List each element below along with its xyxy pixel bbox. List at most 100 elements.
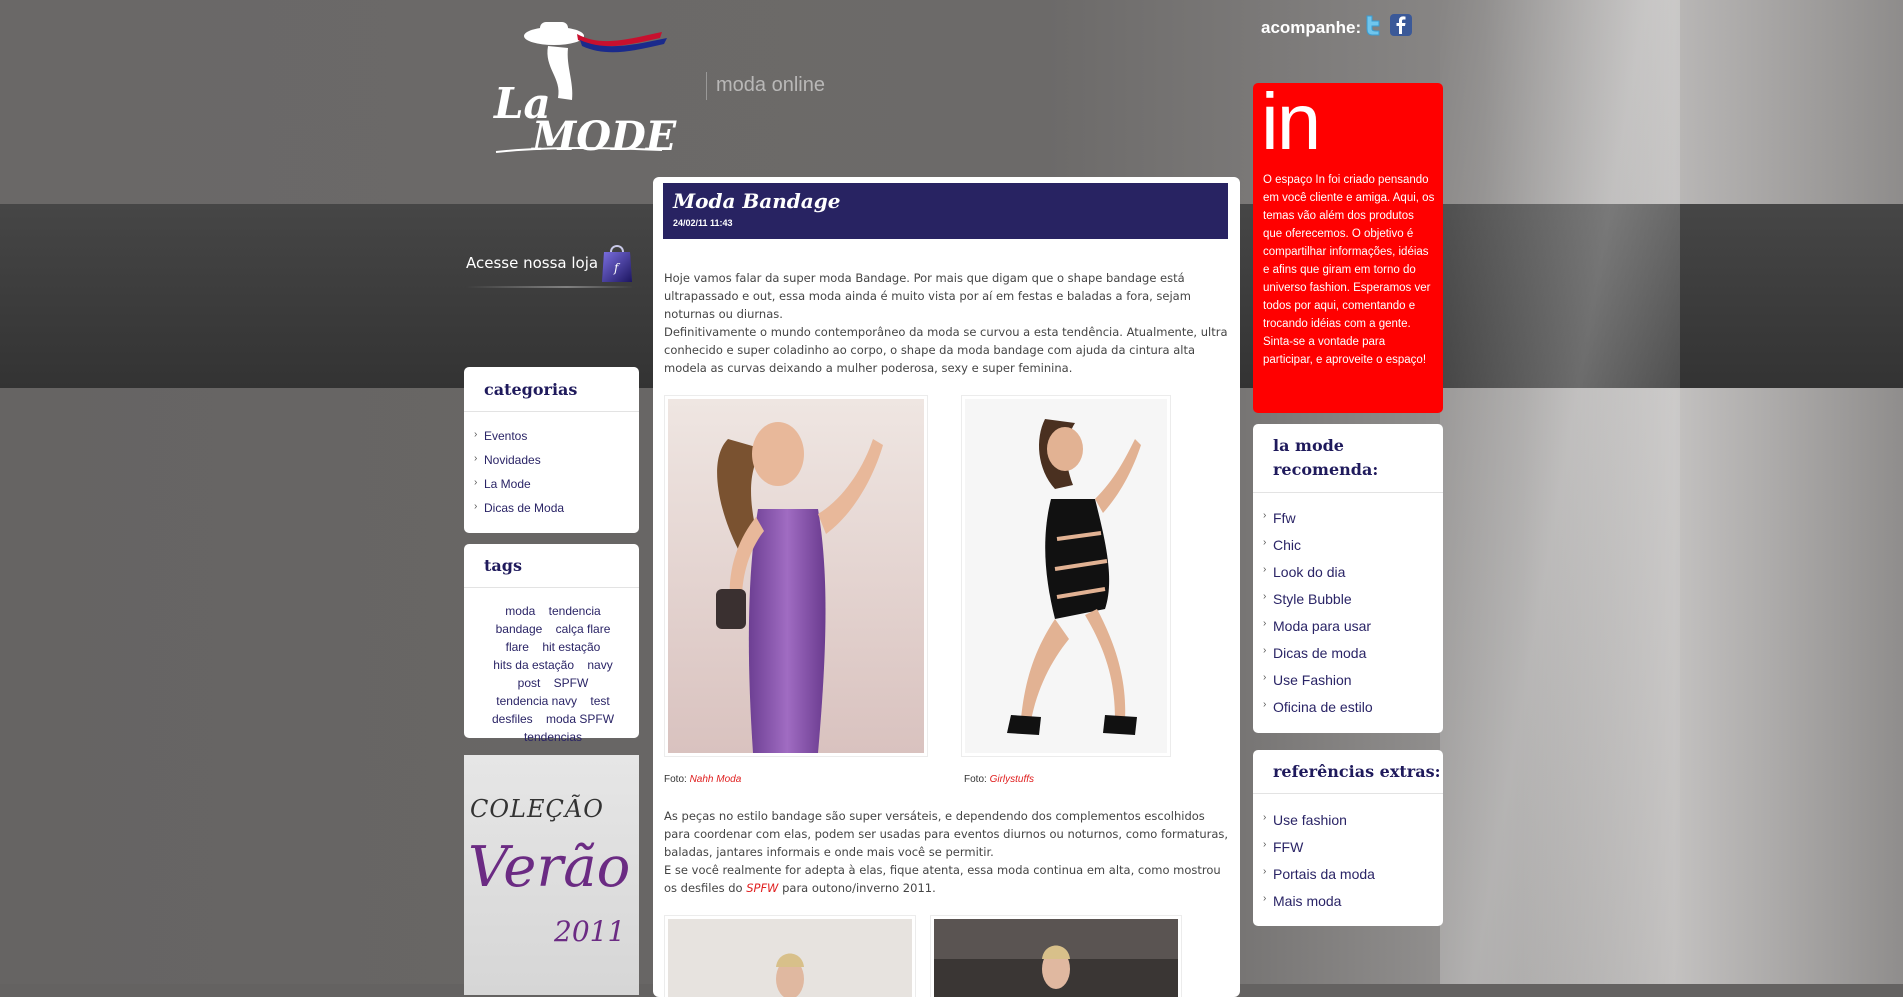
chevron-right-icon: › xyxy=(474,453,478,464)
chevron-right-icon: › xyxy=(1263,618,1267,629)
post-date: 24/02/11 11:43 xyxy=(673,218,733,228)
tag-link[interactable]: bandage xyxy=(496,622,543,636)
tag-link[interactable]: hit estação xyxy=(542,640,600,654)
twitter-icon[interactable] xyxy=(1364,14,1382,36)
shopping-bag-icon[interactable]: f xyxy=(600,238,634,284)
chevron-right-icon: › xyxy=(1263,812,1267,823)
promo-line-1: COLEÇÃO xyxy=(470,795,604,823)
store-link[interactable]: Acesse nossa loja xyxy=(466,254,598,272)
post-photo[interactable] xyxy=(664,395,928,757)
recommend-link[interactable]: › Chic xyxy=(1263,537,1373,564)
categories-box: categorias › Eventos › Novidades › La Mode … xyxy=(464,367,639,533)
chevron-right-icon: › xyxy=(1263,537,1267,548)
recommends-box: la mode recomenda: › Ffw › Chic › Look do d… xyxy=(1253,424,1443,733)
post-photo[interactable] xyxy=(664,915,916,997)
tag-link[interactable]: moda xyxy=(505,604,535,618)
chevron-right-icon: › xyxy=(1263,564,1267,575)
tag-link[interactable]: navy xyxy=(587,658,612,672)
tag-link[interactable]: moda SPFW xyxy=(546,712,614,726)
reference-link[interactable]: › Mais moda xyxy=(1263,893,1375,920)
recommend-link[interactable]: › Look do dia xyxy=(1263,564,1373,591)
references-box: referências extras: › Use fashion › FFW › P… xyxy=(1253,750,1443,926)
photo-credit: Foto: Nahh Moda xyxy=(664,774,742,785)
post-photo[interactable] xyxy=(961,395,1171,757)
chevron-right-icon: › xyxy=(1263,893,1267,904)
recommend-link[interactable]: › Ffw xyxy=(1263,510,1373,537)
post-photo[interactable] xyxy=(930,915,1182,997)
post-title[interactable]: Moda Bandage xyxy=(673,189,840,213)
categories-list: › Eventos › Novidades › La Mode › Dicas de M… xyxy=(474,429,564,525)
facebook-icon[interactable] xyxy=(1390,14,1412,36)
paragraph: As peças no estilo bandage são super ver… xyxy=(664,809,1229,859)
in-space-box: in O espaço In foi criado pensando em vo… xyxy=(1253,77,1443,413)
site-tagline: moda online xyxy=(716,74,825,96)
photo-runway-model xyxy=(934,919,1178,997)
category-item[interactable]: › La Mode xyxy=(474,477,564,501)
paragraph: Hoje vamos falar da super moda Bandage. … xyxy=(664,271,1191,321)
post-container: Moda Bandage 24/02/11 11:43 Hoje vamos f… xyxy=(653,177,1240,997)
tags-title: tags xyxy=(484,556,522,575)
reference-link[interactable]: › FFW xyxy=(1263,839,1375,866)
follow-label: acompanhe: xyxy=(1261,18,1362,37)
divider xyxy=(464,587,639,588)
chevron-right-icon: › xyxy=(474,429,478,440)
chevron-right-icon: › xyxy=(1263,510,1267,521)
store-link-underline xyxy=(466,286,634,288)
divider xyxy=(1253,793,1443,794)
chevron-right-icon: › xyxy=(1263,866,1267,877)
chevron-right-icon: › xyxy=(1263,839,1267,850)
summer-collection-banner[interactable]: COLEÇÃO Verão 2011 xyxy=(464,755,639,995)
reference-link[interactable]: › Use fashion xyxy=(1263,812,1375,839)
background-shine xyxy=(1440,0,1680,984)
category-item[interactable]: › Eventos xyxy=(474,429,564,453)
divider xyxy=(464,411,639,412)
categories-title: categorias xyxy=(484,380,578,399)
recommend-link[interactable]: › Dicas de moda xyxy=(1263,645,1373,672)
tag-link[interactable]: calça flare xyxy=(556,622,611,636)
chevron-right-icon: › xyxy=(1263,645,1267,656)
recommends-title: la mode recomenda: xyxy=(1273,436,1379,479)
photo-runway-model xyxy=(668,919,912,997)
category-item[interactable]: › Novidades xyxy=(474,453,564,477)
tag-link[interactable]: hits da estação xyxy=(493,658,574,672)
paragraph: E se você realmente for adepta à elas, f… xyxy=(664,863,1221,895)
recommend-link[interactable]: › Use Fashion xyxy=(1263,672,1373,699)
references-list: › Use fashion › FFW › Portais da moda › Mais… xyxy=(1263,812,1375,920)
paragraph: Definitivamente o mundo contemporâneo da… xyxy=(664,325,1228,375)
references-title: referências extras: xyxy=(1273,762,1441,781)
tag-link[interactable]: SPFW xyxy=(554,676,589,690)
tag-link[interactable]: post xyxy=(518,676,541,690)
photo-credit-link[interactable]: Girlystuffs xyxy=(990,774,1034,785)
recommend-link[interactable]: › Oficina de estilo xyxy=(1263,699,1373,726)
chevron-right-icon: › xyxy=(1263,672,1267,683)
photo-credit-link[interactable]: Nahh Moda xyxy=(690,774,742,785)
divider xyxy=(1253,492,1443,493)
photo-black-bandage-dress xyxy=(965,399,1167,753)
promo-line-3: 2011 xyxy=(554,915,626,948)
tag-link[interactable]: tendencia xyxy=(549,604,601,618)
post-header: Moda Bandage 24/02/11 11:43 xyxy=(663,183,1228,239)
svg-text:MODE: MODE xyxy=(530,113,677,158)
in-heading: in xyxy=(1261,77,1321,166)
tag-link[interactable]: test xyxy=(590,694,609,708)
tagline-separator xyxy=(706,72,707,100)
chevron-right-icon: › xyxy=(1263,591,1267,602)
recommend-link[interactable]: › Style Bubble xyxy=(1263,591,1373,618)
la-mode-logo[interactable]: La MODE xyxy=(492,18,702,158)
spfw-link[interactable]: SPFW xyxy=(746,881,778,895)
tag-link[interactable]: tendencia navy xyxy=(496,694,577,708)
chevron-right-icon: › xyxy=(474,501,478,512)
chevron-right-icon: › xyxy=(474,477,478,488)
tag-link[interactable]: flare xyxy=(506,640,529,654)
category-item[interactable]: › Dicas de Moda xyxy=(474,501,564,525)
tag-link[interactable]: tendencias xyxy=(524,730,582,744)
promo-line-2: Verão xyxy=(468,835,631,900)
tag-link[interactable]: desfiles xyxy=(492,712,533,726)
recommend-link[interactable]: › Moda para usar xyxy=(1263,618,1373,645)
tag-cloud: moda tendencia bandage calça flare flare… xyxy=(474,602,632,746)
photo-credit: Foto: Girlystuffs xyxy=(964,774,1035,785)
recommends-list: › Ffw › Chic › Look do dia › Style Bubble › M… xyxy=(1263,510,1373,726)
in-description: O espaço In foi criado pensando em você … xyxy=(1263,174,1435,366)
photo-purple-dress xyxy=(668,399,924,753)
reference-link[interactable]: › Portais da moda xyxy=(1263,866,1375,893)
